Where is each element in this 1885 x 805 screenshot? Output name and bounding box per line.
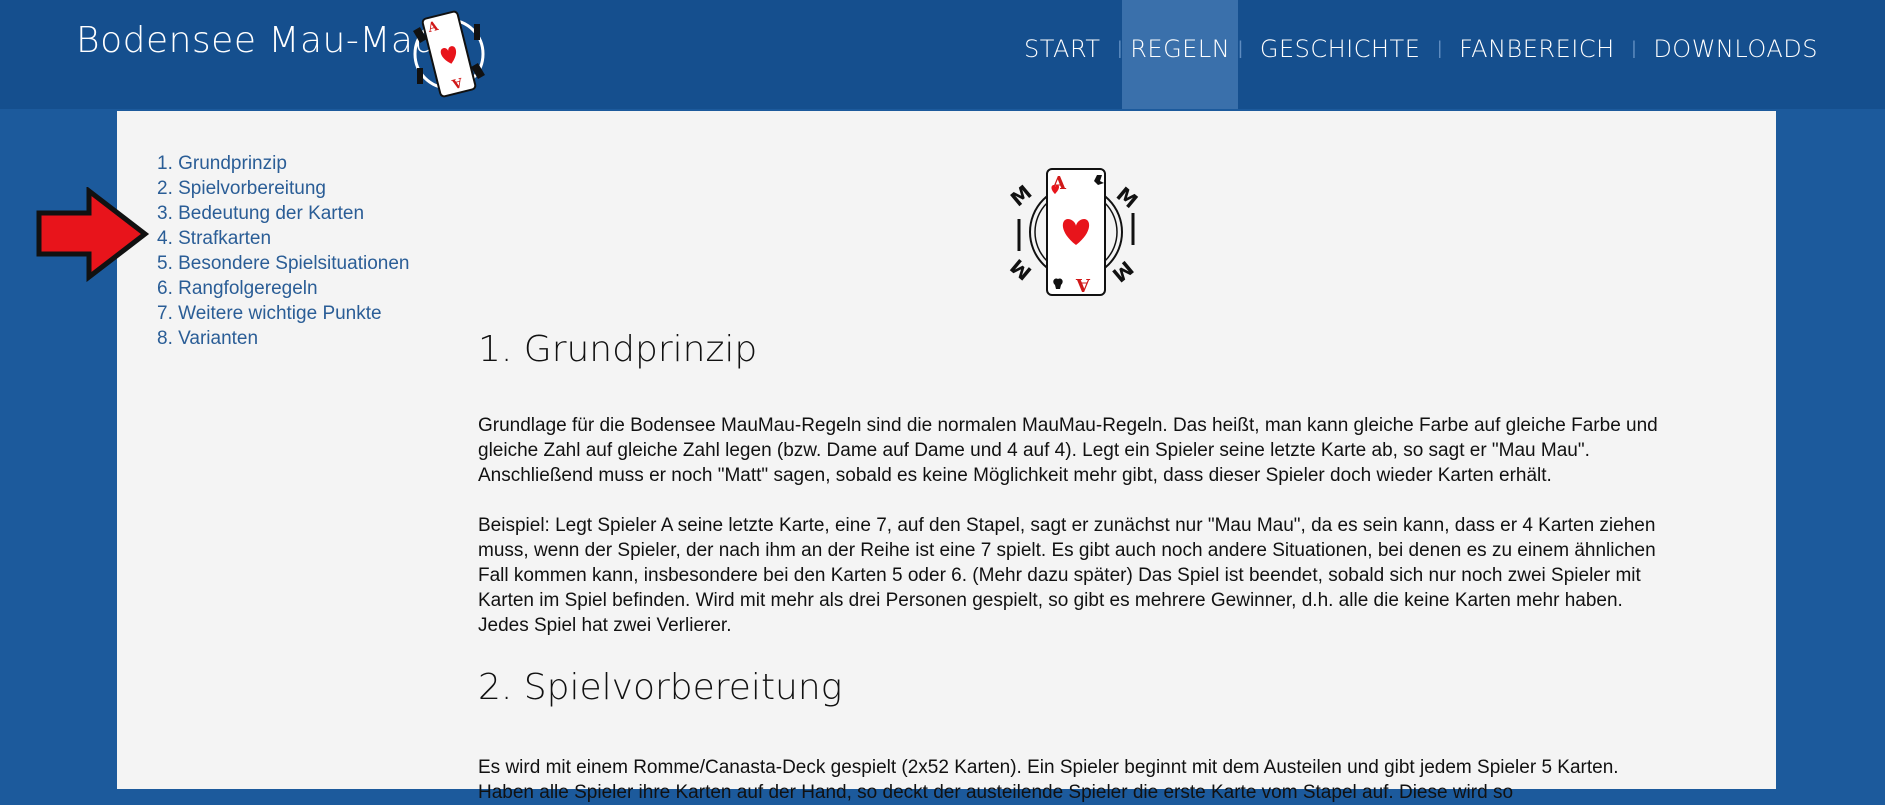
toc-item-weitere-wichtige-punkte[interactable]: 7. Weitere wichtige Punkte	[157, 301, 409, 326]
ace-of-hearts-card-icon[interactable]: A A	[404, 8, 494, 100]
nav-geschichte-label: GESCHICHTE	[1259, 34, 1421, 63]
section-title-spielvorbereitung: 2. Spielvorbereitung	[478, 667, 843, 708]
nav-geschichte[interactable]: GESCHICHTE	[1243, 0, 1438, 109]
svg-text:M: M	[1009, 180, 1036, 211]
nav-fanbereich[interactable]: FANBEREICH	[1442, 0, 1632, 109]
site-header: Bodensee Mau-Mau A A START | REGELN | GE…	[0, 0, 1885, 109]
nav-start-label: START	[1024, 34, 1101, 63]
toc-item-varianten[interactable]: 8. Varianten	[157, 326, 409, 351]
section-paragraph: Es wird mit einem Romme/Canasta-Deck ges…	[478, 757, 1619, 803]
nav-downloads-label: DOWNLOADS	[1653, 34, 1818, 63]
section-paragraph: Grundlage für die Bodensee MauMau-Regeln…	[478, 415, 1658, 486]
site-title[interactable]: Bodensee Mau-Mau	[76, 20, 437, 61]
table-of-contents: 1. Grundprinzip 2. Spielvorbereitung 3. …	[157, 151, 409, 351]
section-paragraph: Beispiel: Legt Spieler A seine letzte Ka…	[478, 515, 1656, 636]
toc-item-grundprinzip[interactable]: 1. Grundprinzip	[157, 151, 409, 176]
nav-regeln[interactable]: REGELN	[1122, 0, 1239, 109]
nav-downloads[interactable]: DOWNLOADS	[1636, 0, 1835, 109]
main-nav: START | REGELN | GESCHICHTE | FANBEREICH…	[1007, 0, 1835, 109]
toc-item-strafkarten[interactable]: 4. Strafkarten	[157, 226, 409, 251]
nav-fanbereich-label: FANBEREICH	[1459, 34, 1615, 63]
red-arrow-icon	[36, 187, 150, 282]
toc-item-bedeutung-der-karten[interactable]: 3. Bedeutung der Karten	[157, 201, 409, 226]
nav-regeln-label: REGELN	[1130, 34, 1231, 63]
toc-item-spielvorbereitung[interactable]: 2. Spielvorbereitung	[157, 176, 409, 201]
svg-text:M: M	[1009, 254, 1036, 285]
section-title-grundprinzip: 1. Grundprinzip	[478, 329, 758, 370]
toc-item-besondere-spielsituationen[interactable]: 5. Besondere Spielsituationen	[157, 251, 409, 276]
svg-text:A: A	[1075, 274, 1091, 295]
toc-item-rangfolgeregeln[interactable]: 6. Rangfolgeregeln	[157, 276, 409, 301]
nav-start[interactable]: START	[1007, 0, 1118, 109]
content-panel: 1. Grundprinzip 2. Spielvorbereitung 3. …	[117, 111, 1776, 803]
ace-of-hearts-card-icon: A A M M M M	[1009, 168, 1142, 296]
